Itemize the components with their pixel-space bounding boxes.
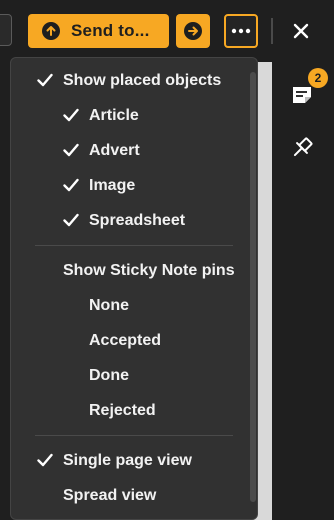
menu-separator: [35, 435, 233, 436]
menu-scrollbar-thumb[interactable]: [250, 72, 256, 502]
menu-item-none[interactable]: None: [89, 288, 129, 323]
menu-item-advert[interactable]: Advert: [63, 133, 140, 168]
pushpin-icon: [293, 137, 313, 157]
partial-toolbar-button[interactable]: [0, 14, 12, 46]
menu-item-single-page-view[interactable]: Single page view: [37, 443, 192, 478]
top-toolbar: Send to...: [0, 0, 334, 62]
menu-item-spread-view[interactable]: Spread view: [63, 478, 156, 513]
checkmark-icon: [37, 73, 53, 87]
more-horizontal-icon: [231, 28, 251, 34]
menu-item-spreadsheet[interactable]: Spreadsheet: [63, 203, 186, 238]
menu-item-label: None: [89, 296, 129, 314]
menu-item-accepted[interactable]: Accepted: [89, 323, 161, 358]
view-options-menu: Show placed objects Article Advert Image…: [10, 57, 258, 520]
send-to-button[interactable]: Send to...: [28, 14, 169, 48]
arrow-up-circle-icon: [42, 22, 60, 40]
close-button[interactable]: [290, 20, 312, 42]
menu-item-label: Single page view: [63, 451, 192, 469]
menu-item-label: Image: [89, 176, 136, 194]
menu-item-article[interactable]: Article: [63, 98, 139, 133]
menu-item-done[interactable]: Done: [89, 358, 129, 393]
pin-button[interactable]: [288, 134, 316, 162]
checkmark-icon: [37, 453, 53, 467]
menu-item-label: Spread view: [63, 486, 157, 504]
notes-count-badge: 2: [308, 68, 328, 88]
menu-item-show-placed-objects[interactable]: Show placed objects: [37, 63, 222, 98]
more-options-button[interactable]: [224, 14, 258, 48]
menu-item-label: Rejected: [89, 401, 156, 419]
menu-separator: [35, 245, 233, 246]
checkmark-icon: [63, 213, 79, 227]
send-go-button[interactable]: [176, 14, 210, 48]
checkmark-icon: [63, 108, 79, 122]
menu-item-label: Show Sticky Note pins: [63, 261, 235, 279]
menu-item-label: Spreadsheet: [89, 211, 186, 229]
toolbar-divider: [271, 18, 273, 44]
menu-item-show-sticky-note-pins[interactable]: Show Sticky Note pins: [63, 253, 235, 288]
menu-item-label: Done: [89, 366, 129, 384]
menu-item-label: Article: [89, 106, 139, 124]
close-icon: [293, 23, 309, 39]
menu-item-rejected[interactable]: Rejected: [89, 393, 156, 428]
menu-scrollbar[interactable]: [249, 64, 257, 515]
send-to-label: Send to...: [71, 21, 150, 40]
checkmark-icon: [63, 178, 79, 192]
menu-item-image[interactable]: Image: [63, 168, 136, 203]
menu-item-label: Accepted: [89, 331, 162, 349]
menu-item-label: Show placed objects: [63, 71, 222, 89]
checkmark-icon: [63, 143, 79, 157]
menu-item-label: Advert: [89, 141, 140, 159]
arrow-right-circle-icon: [184, 22, 202, 40]
